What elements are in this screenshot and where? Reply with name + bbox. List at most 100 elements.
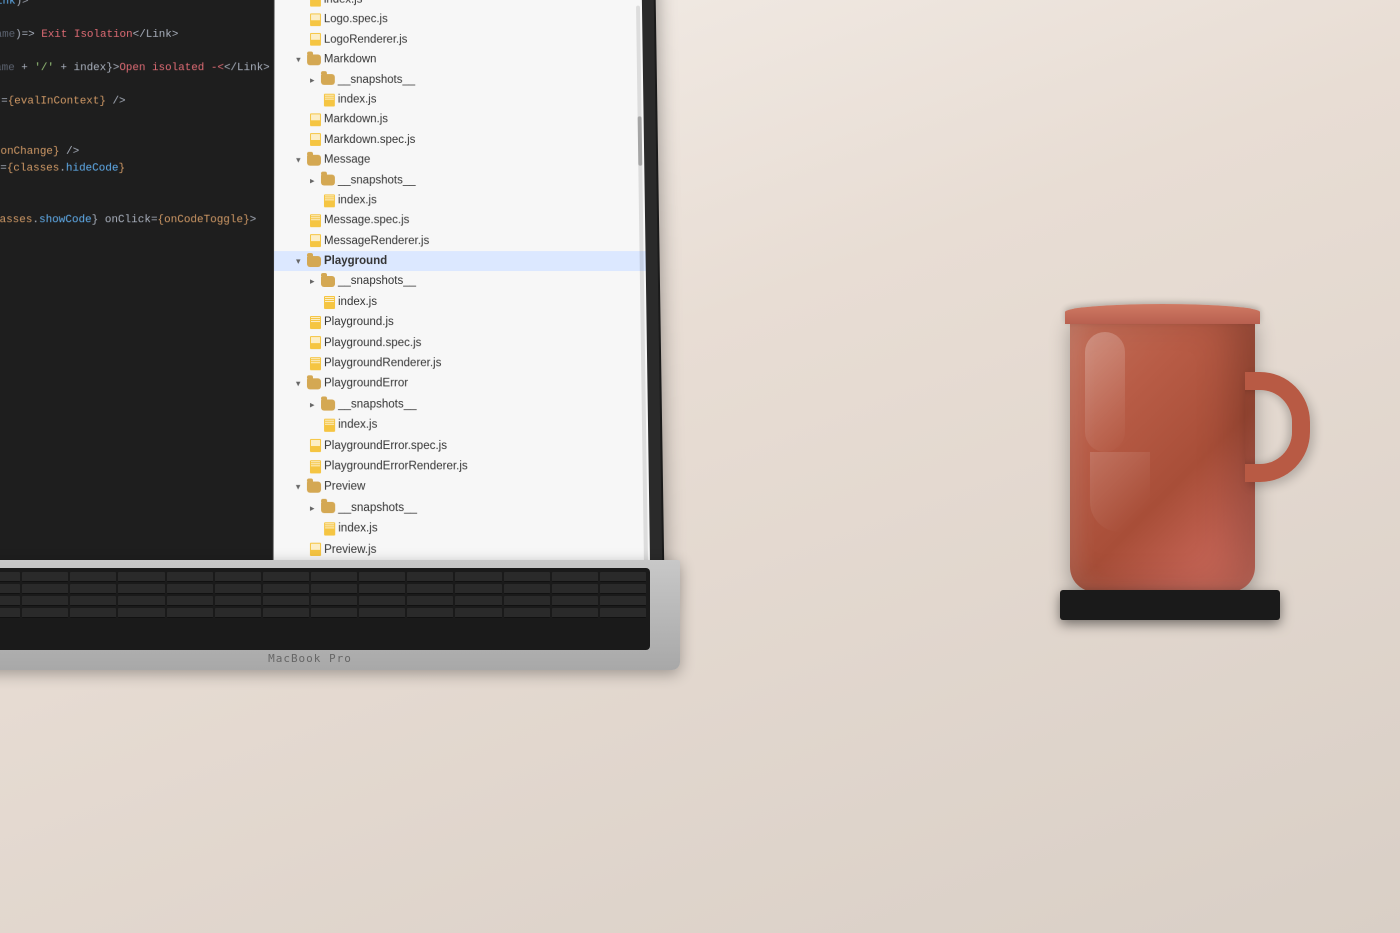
sidebar-item-snapshots[interactable]: ▸ __snapshots__ xyxy=(274,498,650,519)
code-line xyxy=(0,111,273,128)
mug-body xyxy=(1070,312,1255,592)
sidebar-item-snapshots[interactable]: ▸ __snapshots__ xyxy=(274,170,644,190)
code-line xyxy=(0,280,273,297)
key xyxy=(167,596,213,606)
laptop: lnk)> ame)=> Exit Isolation</Link> ame +… xyxy=(0,0,700,700)
folder-icon xyxy=(321,175,335,186)
sidebar-item-playground-error[interactable]: ▾ PlaygroundError xyxy=(274,374,648,395)
key xyxy=(22,572,68,582)
mug-container xyxy=(1040,200,1320,620)
list-item[interactable]: index.js xyxy=(274,518,650,539)
key xyxy=(0,596,20,606)
js-file-icon xyxy=(310,439,321,452)
key xyxy=(22,584,68,594)
sidebar-item-snapshots[interactable]: ▸ __snapshots__ xyxy=(274,394,648,415)
key xyxy=(22,596,68,606)
key xyxy=(311,608,357,618)
js-file-icon xyxy=(324,522,335,535)
chevron-right-icon: ▸ xyxy=(310,397,318,412)
list-item[interactable]: index.js xyxy=(274,90,643,110)
file-name: Markdown.spec.js xyxy=(324,131,416,149)
key xyxy=(215,596,261,606)
sidebar-item-playground[interactable]: ▾ Playground xyxy=(274,251,646,271)
list-item[interactable]: index.js xyxy=(274,292,646,312)
key xyxy=(504,596,550,606)
sidebar-item-preview[interactable]: ▾ Preview xyxy=(274,477,649,498)
file-name: Markdown.js xyxy=(324,111,388,129)
key xyxy=(70,608,116,618)
key xyxy=(455,572,501,582)
list-item[interactable]: PlaygroundError.spec.js xyxy=(274,435,649,456)
key xyxy=(552,596,598,606)
key xyxy=(263,608,309,618)
code-line: ame)=> Exit Isolation</Link> xyxy=(0,27,273,44)
list-item[interactable]: index.js xyxy=(274,415,648,436)
laptop-screen-bezel: lnk)> ame)=> Exit Isolation</Link> ame +… xyxy=(0,0,665,604)
code-line xyxy=(0,178,273,195)
js-file-icon xyxy=(310,214,321,227)
list-item[interactable]: Logo.spec.js xyxy=(274,10,642,30)
folder-icon xyxy=(321,502,335,513)
key xyxy=(215,572,261,582)
list-item[interactable]: Playground.js xyxy=(274,312,647,332)
key xyxy=(455,608,501,618)
list-item[interactable]: index.js xyxy=(274,190,645,210)
list-item[interactable]: LogoRenderer.js xyxy=(274,30,642,50)
key xyxy=(600,596,646,606)
scrollbar-thumb[interactable] xyxy=(638,117,643,166)
js-file-icon xyxy=(310,460,321,473)
key xyxy=(0,572,20,582)
key xyxy=(407,584,453,594)
chevron-down-icon: ▾ xyxy=(296,480,304,495)
chevron-down-icon: ▾ xyxy=(296,153,304,167)
file-name: LogoRenderer.js xyxy=(324,31,408,49)
folder-name: Markdown xyxy=(324,51,377,69)
key xyxy=(167,584,213,594)
file-name: index.js xyxy=(338,416,377,435)
list-item[interactable]: Message.spec.js xyxy=(274,211,645,231)
chevron-right-icon: ▸ xyxy=(310,173,318,187)
file-name: PlaygroundRenderer.js xyxy=(324,354,441,373)
key xyxy=(167,572,213,582)
list-item[interactable]: Preview.js xyxy=(274,539,650,560)
key xyxy=(600,572,646,582)
list-item[interactable]: Markdown.js xyxy=(274,110,643,130)
folder-name: __snapshots__ xyxy=(338,171,416,189)
key xyxy=(552,608,598,618)
file-name: PlaygroundError.spec.js xyxy=(324,436,447,455)
js-file-icon xyxy=(324,296,335,309)
keyboard xyxy=(0,568,650,650)
key xyxy=(167,608,213,618)
folder-name: __snapshots__ xyxy=(338,499,417,518)
key xyxy=(600,584,646,594)
key xyxy=(311,584,357,594)
list-item[interactable]: Markdown.spec.js xyxy=(274,130,644,150)
chevron-down-icon: ▾ xyxy=(296,53,304,67)
code-line xyxy=(0,44,273,61)
key xyxy=(263,596,309,606)
code-editor: lnk)> ame)=> Exit Isolation</Link> ame +… xyxy=(0,0,275,592)
list-item[interactable]: MessageRenderer.js xyxy=(274,231,645,251)
sidebar-item-snapshots[interactable]: ▸ __snapshots__ xyxy=(274,271,646,291)
js-file-icon xyxy=(310,543,321,556)
sidebar-item-message[interactable]: ▾ Message xyxy=(274,150,644,170)
list-item[interactable]: index.js xyxy=(274,0,642,10)
folder-name: PlaygroundError xyxy=(324,375,408,394)
js-file-icon xyxy=(310,134,321,147)
list-item[interactable]: Playground.spec.js xyxy=(274,333,647,353)
folder-name: Preview xyxy=(324,478,365,497)
sidebar-item-snapshots[interactable]: ▸ __snapshots__ xyxy=(274,70,643,90)
sidebar-item-markdown[interactable]: ▾ Markdown xyxy=(274,50,643,70)
coaster xyxy=(1060,590,1280,620)
folder-name: Playground xyxy=(324,252,387,270)
folder-name: __snapshots__ xyxy=(338,272,416,290)
key xyxy=(70,596,116,606)
list-item[interactable]: PlaygroundErrorRenderer.js xyxy=(274,456,649,477)
code-line xyxy=(0,195,273,212)
folder-name: __snapshots__ xyxy=(338,395,416,414)
key xyxy=(407,572,453,582)
file-name: Playground.spec.js xyxy=(324,334,421,352)
js-file-icon xyxy=(310,316,321,329)
key xyxy=(552,584,598,594)
list-item[interactable]: PlaygroundRenderer.js xyxy=(274,353,647,374)
